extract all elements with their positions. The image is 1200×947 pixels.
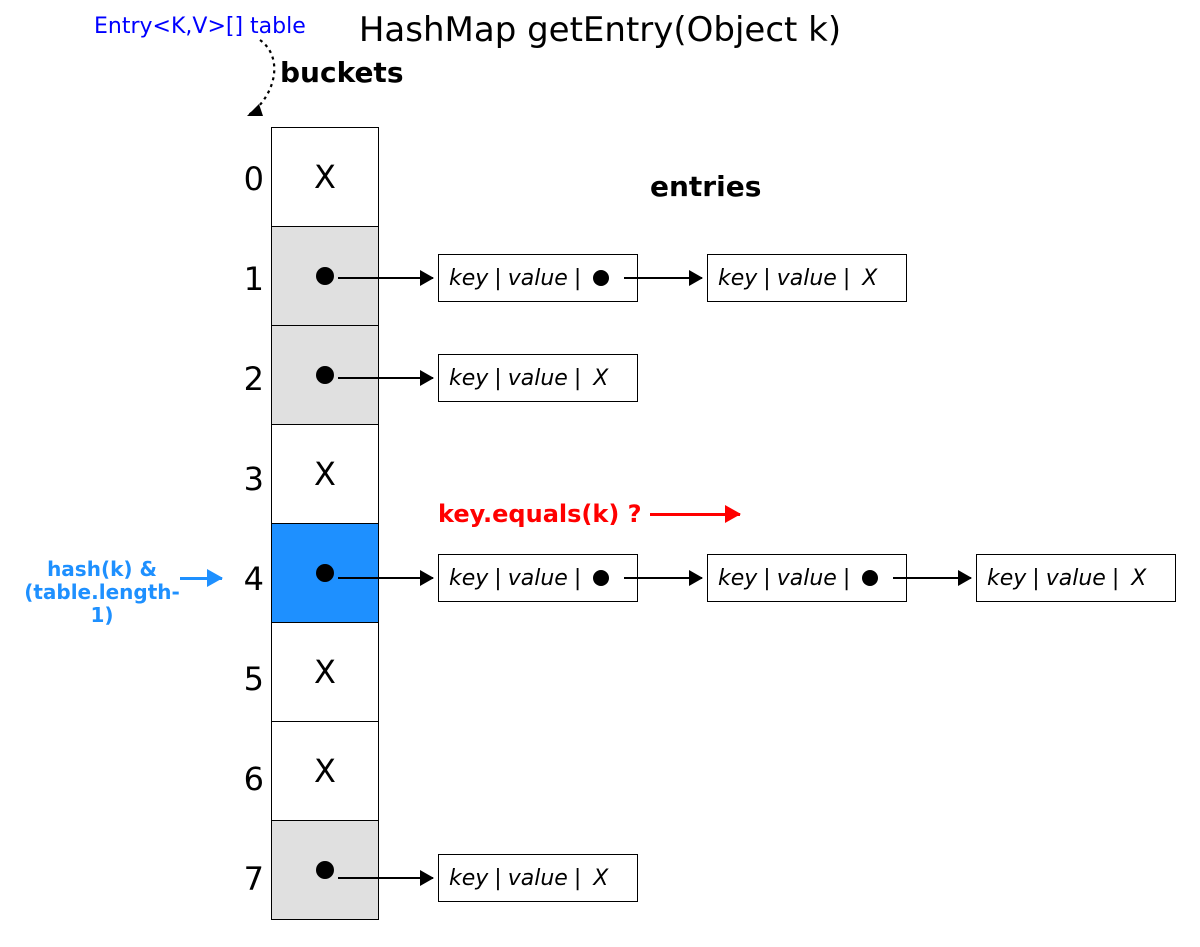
bucket-cell-highlighted: [271, 523, 379, 623]
null-marker: X: [1131, 566, 1146, 591]
chain-arrow-icon: [338, 577, 433, 579]
null-marker: X: [593, 366, 608, 391]
hash-label-line1: hash(k) &: [47, 557, 157, 581]
hash-label-line2: (table.length-1): [24, 580, 180, 627]
entry-key-label: key: [449, 866, 488, 891]
entry-node: key| value|: [438, 254, 638, 302]
null-marker: X: [593, 866, 608, 891]
chain-arrow-icon: [338, 877, 433, 879]
entry-node: key| value| X: [707, 254, 907, 302]
hash-index-label: hash(k) & (table.length-1): [22, 558, 182, 627]
equals-check-arrow-icon: [650, 513, 740, 516]
bucket-cell: X: [271, 721, 379, 821]
bucket-index: 4: [224, 560, 264, 598]
bucket-cell: X: [271, 424, 379, 524]
chain-arrow-icon: [624, 577, 702, 579]
buckets-heading: buckets: [280, 56, 403, 89]
chain-arrow-icon: [624, 277, 702, 279]
entry-node: key| value| X: [976, 554, 1176, 602]
pointer-dot-icon: [862, 570, 878, 586]
bucket-index: 7: [224, 860, 264, 898]
null-marker: X: [314, 455, 336, 493]
entry-value-label: value: [508, 866, 568, 891]
bucket-index: 2: [224, 360, 264, 398]
equals-check-label: key.equals(k) ?: [438, 500, 642, 528]
chain-arrow-icon: [338, 377, 433, 379]
chain-arrow-icon: [338, 277, 433, 279]
chain-arrow-icon: [893, 577, 971, 579]
bucket-cell: [271, 820, 379, 920]
bucket-index: 3: [224, 460, 264, 498]
bucket-table: X X X X: [271, 128, 379, 920]
entry-key-label: key: [449, 566, 488, 591]
pointer-dot-icon: [316, 861, 334, 879]
entry-node: key| value| X: [438, 854, 638, 902]
pointer-dot-icon: [316, 366, 334, 384]
entry-node: key| value| X: [438, 354, 638, 402]
entry-node: key| value|: [707, 554, 907, 602]
entry-key-label: key: [987, 566, 1026, 591]
bucket-index: 6: [224, 760, 264, 798]
bucket-cell: X: [271, 127, 379, 227]
pointer-dot-icon: [316, 564, 334, 582]
entries-heading: entries: [650, 170, 761, 203]
entry-key-label: key: [718, 266, 757, 291]
pointer-dot-icon: [593, 270, 609, 286]
entry-value-label: value: [508, 366, 568, 391]
bucket-cell: [271, 325, 379, 425]
bucket-index: 1: [224, 260, 264, 298]
entry-value-label: value: [508, 266, 568, 291]
entry-value-label: value: [777, 566, 837, 591]
entry-value-label: value: [777, 266, 837, 291]
pointer-dot-icon: [316, 267, 334, 285]
entry-key-label: key: [449, 366, 488, 391]
entry-array-label: Entry<K,V>[] table: [94, 14, 306, 39]
null-marker: X: [314, 158, 336, 196]
bucket-index: 0: [224, 160, 264, 198]
entry-value-label: value: [508, 566, 568, 591]
bucket-cell: X: [271, 622, 379, 722]
hash-index-arrow-icon: [180, 577, 222, 580]
null-marker: X: [314, 653, 336, 691]
null-marker: X: [314, 752, 336, 790]
entry-key-label: key: [718, 566, 757, 591]
pointer-dot-icon: [593, 570, 609, 586]
null-marker: X: [862, 266, 877, 291]
bucket-cell: [271, 226, 379, 326]
entry-key-label: key: [449, 266, 488, 291]
bucket-index: 5: [224, 660, 264, 698]
entry-node: key| value|: [438, 554, 638, 602]
entry-value-label: value: [1046, 566, 1106, 591]
